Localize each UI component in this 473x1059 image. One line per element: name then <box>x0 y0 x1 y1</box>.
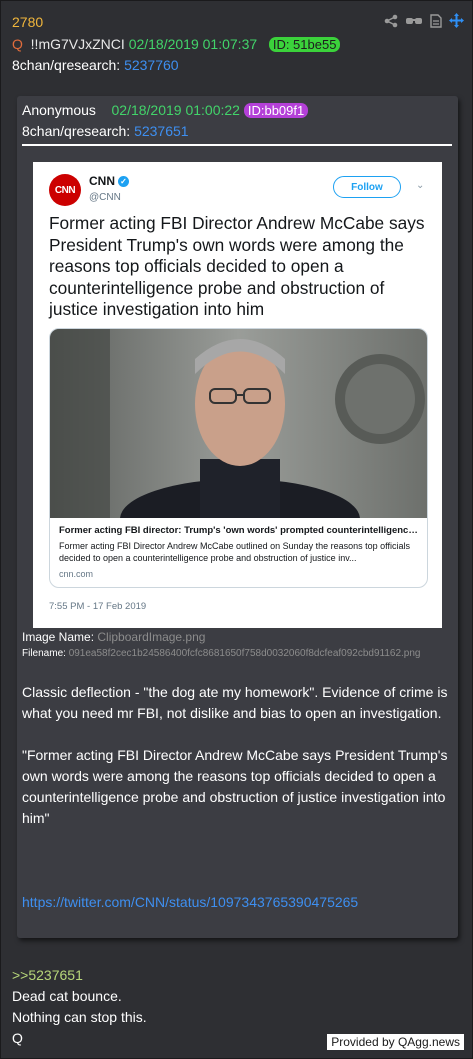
quoted-post: Anonymous 02/18/2019 01:00:22 ID:bb09f1 … <box>17 96 458 938</box>
image-name-label: Image Name: <box>22 630 95 644</box>
image-name: ClipboardImage.png <box>97 630 206 644</box>
news-photo <box>50 329 427 518</box>
filename-row: Filename: 091ea58f2cec1b24586400fcfc8681… <box>22 648 421 659</box>
image-name-row: Image Name: ClipboardImage.png <box>22 630 205 644</box>
tweet-account-name: CNN ✓ <box>89 174 129 188</box>
tweet-url-link[interactable]: https://twitter.com/CNN/status/109734376… <box>22 894 358 910</box>
post-datetime: 02/18/2019 01:07:37 <box>128 36 258 52</box>
post-number: 2780 <box>12 14 44 30</box>
link-card-description: Former acting FBI Director Andrew McCabe… <box>59 541 411 563</box>
post-number-row: 2780 <box>12 14 43 30</box>
quoted-board-row: 8chan/qresearch: 5237651 <box>22 123 189 139</box>
tweet-name: CNN <box>89 174 115 188</box>
tweet-handle: @CNN <box>89 192 121 203</box>
tweet-screenshot[interactable]: CNN CNN ✓ @CNN Follow ⌄ Former acting FBI… <box>33 162 442 628</box>
share-icon[interactable] <box>384 14 398 28</box>
tweet-text: Former acting FBI Director Andrew McCabe… <box>49 213 425 319</box>
quoted-board-name: 8chan/qresearch: <box>22 123 131 139</box>
quoted-meta-row: Anonymous 02/18/2019 01:00:22 ID:bb09f1 <box>22 102 309 118</box>
board-row: 8chan/qresearch: 5237760 <box>12 57 179 73</box>
post-link[interactable]: 5237760 <box>124 57 179 73</box>
tweet-link-card: Former acting FBI director: Trump's 'own… <box>49 328 428 588</box>
quoted-paragraph-1: Classic deflection - "the dog ate my hom… <box>22 684 448 721</box>
link-card-domain: cnn.com <box>59 569 94 579</box>
document-icon[interactable] <box>430 13 442 28</box>
quoted-paragraph-2: "Former acting FBI Director Andrew McCab… <box>22 747 448 826</box>
verified-icon: ✓ <box>118 176 129 187</box>
divider <box>22 144 452 146</box>
board-name: 8chan/qresearch: <box>12 57 121 73</box>
q-post-card: 2780 Q !!mG7VJxZNCI 02/18/2019 01:07:37 … <box>0 0 473 1059</box>
filename: 091ea58f2cec1b24586400fcfc8681650f758d00… <box>68 648 421 659</box>
tweet-timestamp: 7:55 PM - 17 Feb 2019 <box>49 601 147 612</box>
quoted-author: Anonymous <box>22 102 96 118</box>
reply-line-1: Dead cat bounce. <box>12 988 122 1004</box>
quoted-url-row: https://twitter.com/CNN/status/109734376… <box>22 892 454 913</box>
tripcode: !!mG7VJxZNCI <box>30 36 125 52</box>
chevron-down-icon: ⌄ <box>416 180 425 191</box>
glasses-icon[interactable] <box>405 15 423 27</box>
reply-line-2: Nothing can stop this. <box>12 1009 147 1025</box>
id-badge: ID: 51be55 <box>268 37 341 52</box>
reply-ref-link[interactable]: >>5237651 <box>12 967 83 983</box>
header-icons <box>384 13 464 28</box>
provided-by-credit: Provided by QAgg.news <box>327 1034 464 1050</box>
reply-signature: Q <box>12 1030 23 1046</box>
follow-button: Follow <box>333 176 401 198</box>
cnn-logo: CNN <box>49 174 81 206</box>
q-label: Q <box>12 36 23 52</box>
move-icon[interactable] <box>449 13 464 28</box>
filename-label: Filename: <box>22 648 66 659</box>
quoted-post-link[interactable]: 5237651 <box>134 123 189 139</box>
link-card-title: Former acting FBI director: Trump's 'own… <box>59 525 421 536</box>
quoted-datetime: 02/18/2019 01:00:22 <box>111 102 240 118</box>
post-meta-row: Q !!mG7VJxZNCI 02/18/2019 01:07:37 ID: 5… <box>12 36 341 52</box>
quoted-id-badge: ID:bb09f1 <box>243 103 309 118</box>
